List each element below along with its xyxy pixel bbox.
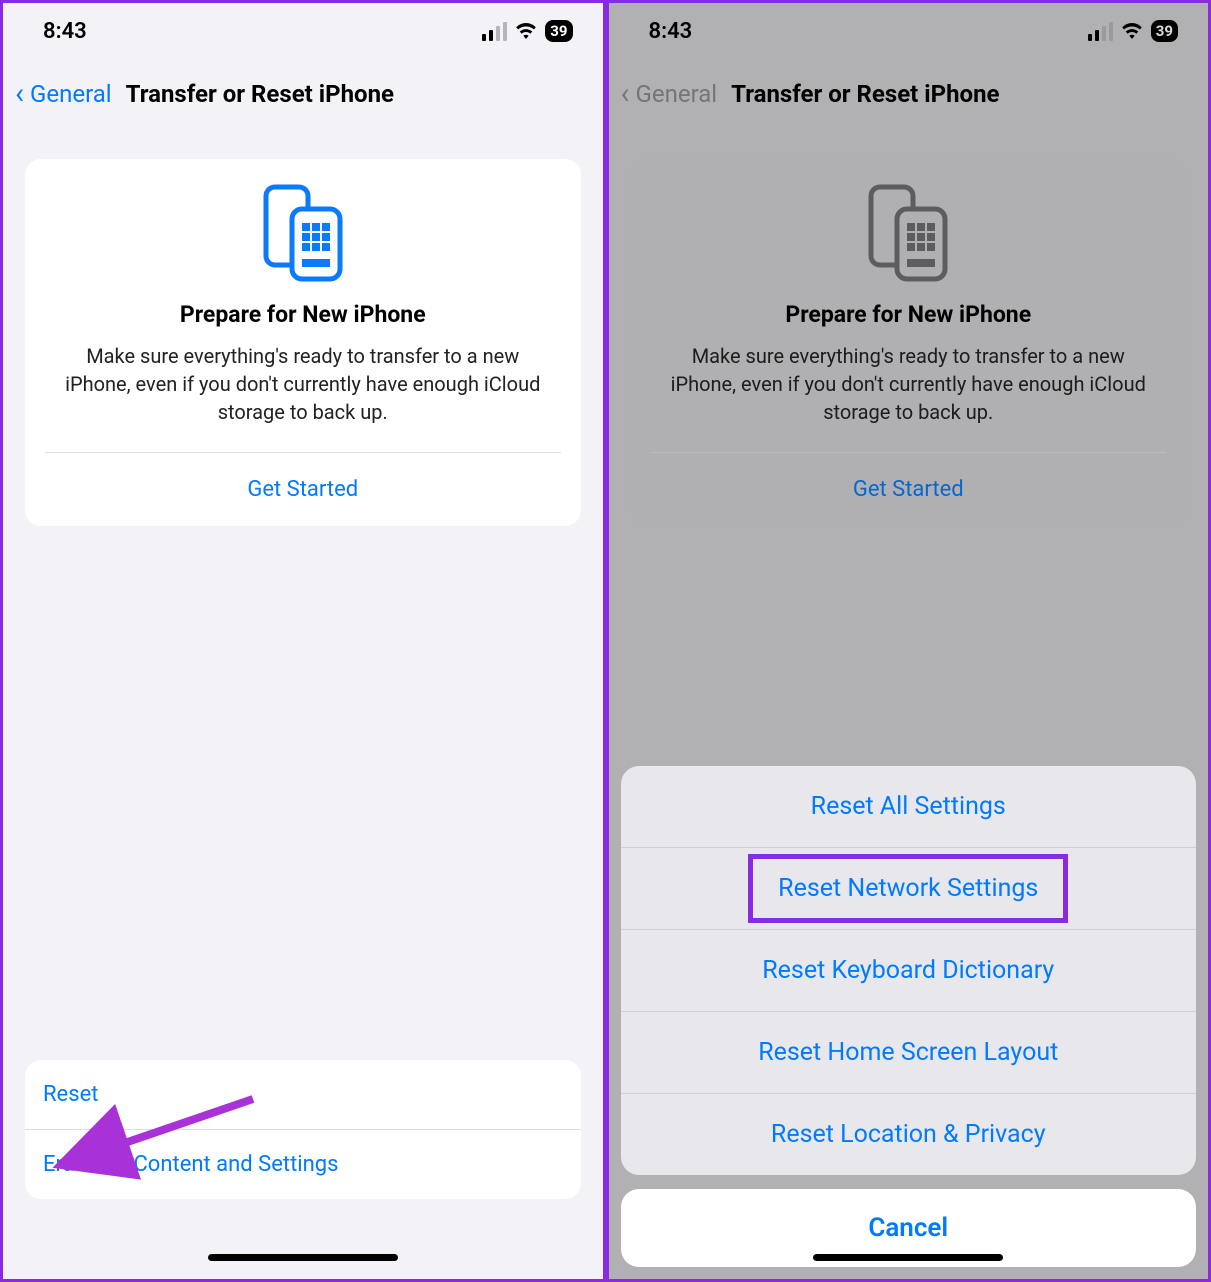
status-icons: 39 xyxy=(482,20,572,42)
status-time: 8:43 xyxy=(649,19,693,44)
prepare-description: Make sure everything's ready to transfer… xyxy=(45,342,561,426)
status-time: 8:43 xyxy=(43,19,87,44)
nav-bar: ‹ General Transfer or Reset iPhone xyxy=(3,59,603,133)
sheet-option-reset-location[interactable]: Reset Location & Privacy xyxy=(621,1094,1197,1175)
prepare-card: Prepare for New iPhone Make sure everyth… xyxy=(631,159,1187,526)
back-button-label: General xyxy=(636,80,718,108)
page-title: Transfer or Reset iPhone xyxy=(731,80,999,108)
status-bar: 8:43 39 xyxy=(3,3,603,59)
sheet-options-group: Reset All Settings Reset Network Setting… xyxy=(621,766,1197,1175)
reset-action-sheet: Reset All Settings Reset Network Setting… xyxy=(621,766,1197,1267)
status-bar: 8:43 39 xyxy=(609,3,1209,59)
back-chevron-icon: ‹ xyxy=(621,79,630,109)
page-title: Transfer or Reset iPhone xyxy=(126,80,394,108)
prepare-card: Prepare for New iPhone Make sure everyth… xyxy=(25,159,581,526)
transfer-devices-icon xyxy=(258,183,348,283)
transfer-devices-icon xyxy=(863,183,953,283)
left-phone-screenshot: 8:43 39 ‹ General Transfer or Reset iPho… xyxy=(0,0,606,1282)
prepare-title: Prepare for New iPhone xyxy=(651,301,1167,328)
wifi-icon xyxy=(515,23,537,39)
battery-icon: 39 xyxy=(545,20,572,42)
sheet-option-reset-all[interactable]: Reset All Settings xyxy=(621,766,1197,848)
status-icons: 39 xyxy=(1088,20,1178,42)
prepare-title: Prepare for New iPhone xyxy=(45,301,561,328)
sheet-option-reset-homescreen[interactable]: Reset Home Screen Layout xyxy=(621,1012,1197,1094)
back-button-label[interactable]: General xyxy=(30,80,112,108)
cellular-signal-icon xyxy=(1088,22,1113,41)
wifi-icon xyxy=(1121,23,1143,39)
cellular-signal-icon xyxy=(482,22,507,41)
home-indicator xyxy=(208,1254,398,1261)
get-started-button[interactable]: Get Started xyxy=(45,453,561,526)
nav-bar: ‹ General Transfer or Reset iPhone xyxy=(609,59,1209,133)
home-indicator xyxy=(813,1254,1003,1261)
sheet-option-reset-network[interactable]: Reset Network Settings xyxy=(621,848,1197,930)
bottom-options-list: Reset Erase All Content and Settings xyxy=(25,1060,581,1199)
sheet-option-reset-keyboard[interactable]: Reset Keyboard Dictionary xyxy=(621,930,1197,1012)
reset-row[interactable]: Reset xyxy=(25,1060,581,1129)
prepare-description: Make sure everything's ready to transfer… xyxy=(651,342,1167,426)
battery-icon: 39 xyxy=(1151,20,1178,42)
get-started-button: Get Started xyxy=(651,453,1167,526)
erase-all-row[interactable]: Erase All Content and Settings xyxy=(25,1129,581,1199)
back-chevron-icon[interactable]: ‹ xyxy=(15,79,24,109)
right-phone-screenshot: 8:43 39 ‹ General Transfer or Reset iPho… xyxy=(606,0,1211,1282)
